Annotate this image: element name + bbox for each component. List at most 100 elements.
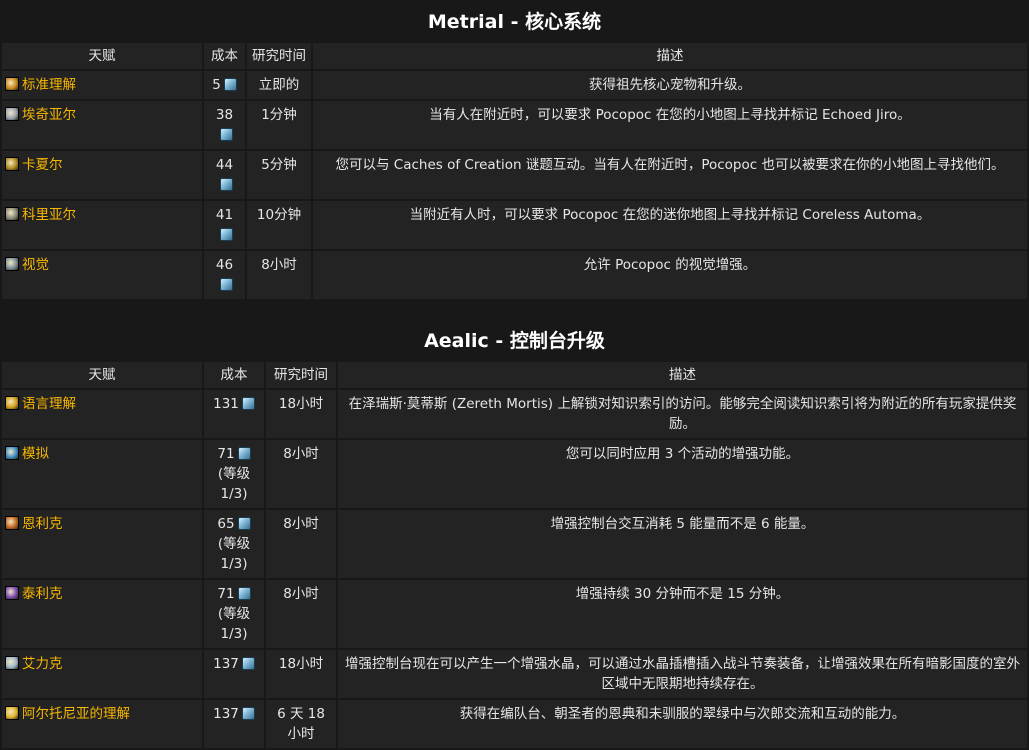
table-row: 标准理解 5 立即的 获得祖先核心宠物和升级。 bbox=[2, 71, 1027, 99]
cost-value: 137 bbox=[213, 656, 239, 672]
cost-value: 71 bbox=[217, 586, 235, 602]
flame-icon[interactable] bbox=[5, 77, 19, 91]
talent-table-aealic: 天赋 成本 研究时间 描述 语言理解 131 18小时 在泽瑞斯·莫蒂斯 (Zeret… bbox=[0, 360, 1029, 750]
talent-cell: 埃奇亚尔 bbox=[2, 101, 202, 149]
talent-cell: 科里亚尔 bbox=[2, 201, 202, 249]
talent-link[interactable]: 模拟 bbox=[22, 446, 49, 462]
cost-value: 131 bbox=[213, 396, 239, 412]
cost-cell: 5 bbox=[204, 71, 245, 99]
research-time-cell: 立即的 bbox=[247, 71, 311, 99]
research-time-cell: 8小时 bbox=[247, 251, 311, 299]
research-time-cell: 10分钟 bbox=[247, 201, 311, 249]
section-aealic: Aealic - 控制台升级 天赋 成本 研究时间 描述 语言理解 131 18小时… bbox=[0, 330, 1029, 750]
purple-figure-icon[interactable] bbox=[5, 586, 19, 600]
cosmic-flux-gem-icon[interactable] bbox=[219, 178, 233, 191]
cost-value: 65 bbox=[217, 516, 235, 532]
cost-cell: 71 (等级 1/3) bbox=[204, 440, 264, 508]
talent-link[interactable]: 恩利克 bbox=[22, 516, 63, 532]
description-cell: 允许 Pocopoc 的视觉增强。 bbox=[313, 251, 1027, 299]
table-row: 埃奇亚尔 38 1分钟 当有人在附近时，可以要求 Pocopoc 在您的小地图上寻找并… bbox=[2, 101, 1027, 149]
research-time-cell: 18小时 bbox=[266, 650, 336, 698]
cost-value: 46 bbox=[215, 257, 234, 273]
table-row: 泰利克 71 (等级 1/3) 8小时 增强持续 30 分钟而不是 15 分钟。 bbox=[2, 580, 1027, 648]
talent-link[interactable]: 科里亚尔 bbox=[22, 207, 76, 223]
crossed-blades-icon[interactable] bbox=[5, 157, 19, 171]
section-title: Metrial - 核心系统 bbox=[427, 11, 602, 33]
cosmic-flux-gem-icon[interactable] bbox=[237, 587, 251, 600]
description-cell: 当附近有人时，可以要求 Pocopoc 在您的迷你地图上寻找并标记 Corele… bbox=[313, 201, 1027, 249]
table-row: 恩利克 65 (等级 1/3) 8小时 增强控制台交互消耗 5 能量而不是 6 能量。 bbox=[2, 510, 1027, 578]
gear-cube-icon[interactable] bbox=[5, 207, 19, 221]
table-row: 模拟 71 (等级 1/3) 8小时 您可以同时应用 3 个活动的增强功能。 bbox=[2, 440, 1027, 508]
cosmic-flux-gem-icon[interactable] bbox=[241, 707, 255, 720]
cost-rank: (等级 1/3) bbox=[217, 536, 251, 572]
talent-link[interactable]: 埃奇亚尔 bbox=[22, 107, 76, 123]
header-research-time[interactable]: 研究时间 bbox=[266, 362, 336, 388]
talent-link[interactable]: 艾力克 bbox=[22, 656, 63, 672]
cost-rank: (等级 1/3) bbox=[217, 606, 251, 642]
description-cell: 当有人在附近时，可以要求 Pocopoc 在您的小地图上寻找并标记 Echoed… bbox=[313, 101, 1027, 149]
cost-cell: 137 bbox=[204, 700, 264, 748]
cost-cell: 65 (等级 1/3) bbox=[204, 510, 264, 578]
table-row: 科里亚尔 41 10分钟 当附近有人时，可以要求 Pocopoc 在您的迷你地图上寻找… bbox=[2, 201, 1027, 249]
talent-link[interactable]: 泰利克 bbox=[22, 586, 63, 602]
research-time-cell: 1分钟 bbox=[247, 101, 311, 149]
header-talent[interactable]: 天赋 bbox=[2, 43, 202, 69]
cosmic-flux-gem-icon[interactable] bbox=[219, 228, 233, 241]
table-body: 语言理解 131 18小时 在泽瑞斯·莫蒂斯 (Zereth Mortis) 上解锁对… bbox=[2, 390, 1027, 748]
talent-cell: 标准理解 bbox=[2, 71, 202, 99]
talent-link[interactable]: 语言理解 bbox=[22, 396, 76, 412]
description-cell: 获得在编队台、朝圣者的恩典和未驯服的翠绿中与次郎交流和互动的能力。 bbox=[338, 700, 1027, 748]
cost-cell: 137 bbox=[204, 650, 264, 698]
talent-cell: 卡夏尔 bbox=[2, 151, 202, 199]
crystal-shard-icon[interactable] bbox=[5, 656, 19, 670]
cosmic-flux-gem-icon[interactable] bbox=[219, 128, 233, 141]
description-cell: 获得祖先核心宠物和升级。 bbox=[313, 71, 1027, 99]
cosmic-flux-gem-icon[interactable] bbox=[241, 397, 255, 410]
research-time-cell: 18小时 bbox=[266, 390, 336, 438]
header-talent[interactable]: 天赋 bbox=[2, 362, 202, 388]
golden-star-icon[interactable] bbox=[5, 396, 19, 410]
cosmic-flux-gem-icon[interactable] bbox=[237, 517, 251, 530]
table-header-row: 天赋 成本 研究时间 描述 bbox=[2, 362, 1027, 388]
talent-cell: 阿尔托尼亚的理解 bbox=[2, 700, 202, 748]
talent-cell: 泰利克 bbox=[2, 580, 202, 648]
talent-cell: 视觉 bbox=[2, 251, 202, 299]
talent-cell: 艾力克 bbox=[2, 650, 202, 698]
research-time-cell: 8小时 bbox=[266, 580, 336, 648]
description-cell: 增强持续 30 分钟而不是 15 分钟。 bbox=[338, 580, 1027, 648]
description-cell: 增强控制台交互消耗 5 能量而不是 6 能量。 bbox=[338, 510, 1027, 578]
description-cell: 您可以同时应用 3 个活动的增强功能。 bbox=[338, 440, 1027, 508]
cost-value: 71 bbox=[217, 446, 235, 462]
cosmic-flux-gem-icon[interactable] bbox=[241, 657, 255, 670]
cost-value: 41 bbox=[215, 207, 234, 223]
header-description[interactable]: 描述 bbox=[338, 362, 1027, 388]
research-time-cell: 6 天 18 小时 bbox=[266, 700, 336, 748]
talent-link[interactable]: 标准理解 bbox=[22, 77, 76, 93]
talent-link[interactable]: 卡夏尔 bbox=[22, 157, 63, 173]
cost-value: 44 bbox=[215, 157, 234, 173]
gold-diamond-icon[interactable] bbox=[5, 706, 19, 720]
cost-cell: 71 (等级 1/3) bbox=[204, 580, 264, 648]
talent-table-metrial: 天赋 成本 研究时间 描述 标准理解 5 立即的 获得祖先核心宠物和升级。埃奇亚尔 38… bbox=[0, 41, 1029, 301]
table-row: 语言理解 131 18小时 在泽瑞斯·莫蒂斯 (Zereth Mortis) 上解锁对… bbox=[2, 390, 1027, 438]
header-cost[interactable]: 成本 bbox=[204, 362, 264, 388]
cost-value: 38 bbox=[215, 107, 234, 123]
research-time-cell: 8小时 bbox=[266, 440, 336, 508]
blue-crystal-icon[interactable] bbox=[5, 446, 19, 460]
cost-rank: (等级 1/3) bbox=[217, 466, 251, 502]
talent-link[interactable]: 视觉 bbox=[22, 257, 49, 273]
cosmic-flux-gem-icon[interactable] bbox=[223, 78, 237, 91]
description-cell: 在泽瑞斯·莫蒂斯 (Zereth Mortis) 上解锁对知识索引的访问。能够完… bbox=[338, 390, 1027, 438]
table-header-row: 天赋 成本 研究时间 描述 bbox=[2, 43, 1027, 69]
header-description[interactable]: 描述 bbox=[313, 43, 1027, 69]
header-research-time[interactable]: 研究时间 bbox=[247, 43, 311, 69]
eye-orb-icon[interactable] bbox=[5, 257, 19, 271]
table-row: 视觉 46 8小时 允许 Pocopoc 的视觉增强。 bbox=[2, 251, 1027, 299]
header-cost[interactable]: 成本 bbox=[204, 43, 245, 69]
cosmic-flux-gem-icon[interactable] bbox=[237, 447, 251, 460]
cost-cell: 44 bbox=[204, 151, 245, 199]
lightning-scroll-icon[interactable] bbox=[5, 107, 19, 121]
orange-rune-icon[interactable] bbox=[5, 516, 19, 530]
cosmic-flux-gem-icon[interactable] bbox=[219, 278, 233, 291]
